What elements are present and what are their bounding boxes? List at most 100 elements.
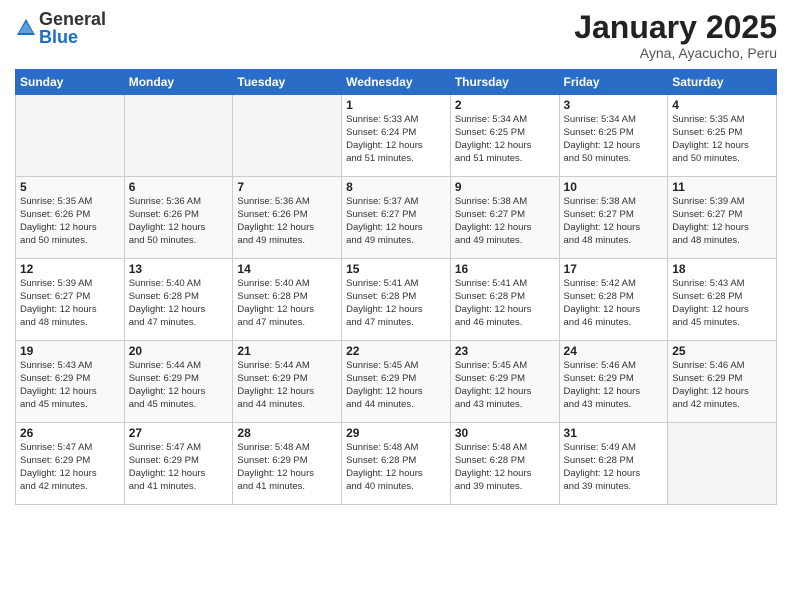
week-row-2: 12 Sunrise: 5:39 AM Sunset: 6:27 PM Dayli… — [16, 259, 777, 341]
day-cell: 9 Sunrise: 5:38 AM Sunset: 6:27 PM Daylig… — [450, 177, 559, 259]
weekday-row: SundayMondayTuesdayWednesdayThursdayFrid… — [16, 70, 777, 95]
day-cell: 7 Sunrise: 5:36 AM Sunset: 6:26 PM Daylig… — [233, 177, 342, 259]
logo: General Blue — [15, 10, 106, 46]
day-cell: 27 Sunrise: 5:47 AM Sunset: 6:29 PM Dayli… — [124, 423, 233, 505]
day-info: Sunrise: 5:48 AM Sunset: 6:28 PM Dayligh… — [346, 442, 446, 493]
day-info: Sunrise: 5:44 AM Sunset: 6:29 PM Dayligh… — [237, 360, 337, 411]
day-number: 31 — [564, 426, 664, 440]
day-number: 9 — [455, 180, 555, 194]
day-info: Sunrise: 5:42 AM Sunset: 6:28 PM Dayligh… — [564, 278, 664, 329]
location: Ayna, Ayacucho, Peru — [574, 45, 777, 61]
day-info: Sunrise: 5:49 AM Sunset: 6:28 PM Dayligh… — [564, 442, 664, 493]
day-cell: 28Sunrise: 5:48 AM Sunset: 6:29 PM Dayli… — [233, 423, 342, 505]
weekday-header-sunday: Sunday — [16, 70, 125, 95]
day-number: 8 — [346, 180, 446, 194]
day-number: 16 — [455, 262, 555, 276]
day-cell: 31 Sunrise: 5:49 AM Sunset: 6:28 PM Dayli… — [559, 423, 668, 505]
day-cell: 18Sunrise: 5:43 AM Sunset: 6:28 PM Dayli… — [668, 259, 777, 341]
day-number: 2 — [455, 98, 555, 112]
logo-general: General — [39, 10, 106, 28]
day-cell: 17 Sunrise: 5:42 AM Sunset: 6:28 PM Dayli… — [559, 259, 668, 341]
day-number: 3 — [564, 98, 664, 112]
day-cell: 19Sunrise: 5:43 AM Sunset: 6:29 PM Dayli… — [16, 341, 125, 423]
day-cell — [124, 95, 233, 177]
day-info: Sunrise: 5:39 AM Sunset: 6:27 PM Dayligh… — [672, 196, 772, 247]
day-cell: 21 Sunrise: 5:44 AM Sunset: 6:29 PM Dayli… — [233, 341, 342, 423]
day-number: 6 — [129, 180, 229, 194]
day-cell: 14Sunrise: 5:40 AM Sunset: 6:28 PM Dayli… — [233, 259, 342, 341]
day-cell: 13 Sunrise: 5:40 AM Sunset: 6:28 PM Dayli… — [124, 259, 233, 341]
title-block: January 2025 Ayna, Ayacucho, Peru — [574, 10, 777, 61]
day-info: Sunrise: 5:33 AM Sunset: 6:24 PM Dayligh… — [346, 114, 446, 165]
day-cell — [16, 95, 125, 177]
day-number: 21 — [237, 344, 337, 358]
day-cell: 10Sunrise: 5:38 AM Sunset: 6:27 PM Dayli… — [559, 177, 668, 259]
day-number: 17 — [564, 262, 664, 276]
day-info: Sunrise: 5:36 AM Sunset: 6:26 PM Dayligh… — [237, 196, 337, 247]
day-info: Sunrise: 5:38 AM Sunset: 6:27 PM Dayligh… — [455, 196, 555, 247]
day-cell: 5Sunrise: 5:35 AM Sunset: 6:26 PM Daylig… — [16, 177, 125, 259]
weekday-header-saturday: Saturday — [668, 70, 777, 95]
day-info: Sunrise: 5:35 AM Sunset: 6:25 PM Dayligh… — [672, 114, 772, 165]
day-info: Sunrise: 5:38 AM Sunset: 6:27 PM Dayligh… — [564, 196, 664, 247]
day-info: Sunrise: 5:35 AM Sunset: 6:26 PM Dayligh… — [20, 196, 120, 247]
day-cell: 22Sunrise: 5:45 AM Sunset: 6:29 PM Dayli… — [342, 341, 451, 423]
month-title: January 2025 — [574, 10, 777, 45]
day-cell: 29 Sunrise: 5:48 AM Sunset: 6:28 PM Dayli… — [342, 423, 451, 505]
day-cell: 6 Sunrise: 5:36 AM Sunset: 6:26 PM Daylig… — [124, 177, 233, 259]
day-number: 20 — [129, 344, 229, 358]
weekday-header-wednesday: Wednesday — [342, 70, 451, 95]
weekday-header-monday: Monday — [124, 70, 233, 95]
day-number: 1 — [346, 98, 446, 112]
day-number: 12 — [20, 262, 120, 276]
weekday-header-thursday: Thursday — [450, 70, 559, 95]
day-number: 7 — [237, 180, 337, 194]
day-info: Sunrise: 5:46 AM Sunset: 6:29 PM Dayligh… — [564, 360, 664, 411]
day-info: Sunrise: 5:43 AM Sunset: 6:28 PM Dayligh… — [672, 278, 772, 329]
day-info: Sunrise: 5:40 AM Sunset: 6:28 PM Dayligh… — [129, 278, 229, 329]
logo-blue: Blue — [39, 28, 106, 46]
day-cell: 16 Sunrise: 5:41 AM Sunset: 6:28 PM Dayli… — [450, 259, 559, 341]
day-cell: 12 Sunrise: 5:39 AM Sunset: 6:27 PM Dayli… — [16, 259, 125, 341]
day-number: 15 — [346, 262, 446, 276]
header: General Blue January 2025 Ayna, Ayacucho… — [15, 10, 777, 61]
day-number: 13 — [129, 262, 229, 276]
day-cell: 20 Sunrise: 5:44 AM Sunset: 6:29 PM Dayli… — [124, 341, 233, 423]
day-cell: 26Sunrise: 5:47 AM Sunset: 6:29 PM Dayli… — [16, 423, 125, 505]
day-info: Sunrise: 5:43 AM Sunset: 6:29 PM Dayligh… — [20, 360, 120, 411]
logo-icon — [15, 17, 37, 39]
day-cell: 30Sunrise: 5:48 AM Sunset: 6:28 PM Dayli… — [450, 423, 559, 505]
weekday-header-tuesday: Tuesday — [233, 70, 342, 95]
day-cell: 2Sunrise: 5:34 AM Sunset: 6:25 PM Daylig… — [450, 95, 559, 177]
day-cell: 24 Sunrise: 5:46 AM Sunset: 6:29 PM Dayli… — [559, 341, 668, 423]
day-info: Sunrise: 5:45 AM Sunset: 6:29 PM Dayligh… — [346, 360, 446, 411]
day-info: Sunrise: 5:36 AM Sunset: 6:26 PM Dayligh… — [129, 196, 229, 247]
calendar: SundayMondayTuesdayWednesdayThursdayFrid… — [15, 69, 777, 505]
day-cell: 3Sunrise: 5:34 AM Sunset: 6:25 PM Daylig… — [559, 95, 668, 177]
day-cell: 1 Sunrise: 5:33 AM Sunset: 6:24 PM Daylig… — [342, 95, 451, 177]
day-info: Sunrise: 5:44 AM Sunset: 6:29 PM Dayligh… — [129, 360, 229, 411]
day-number: 25 — [672, 344, 772, 358]
day-number: 24 — [564, 344, 664, 358]
week-row-1: 5Sunrise: 5:35 AM Sunset: 6:26 PM Daylig… — [16, 177, 777, 259]
weekday-header-friday: Friday — [559, 70, 668, 95]
day-info: Sunrise: 5:39 AM Sunset: 6:27 PM Dayligh… — [20, 278, 120, 329]
day-cell: 25 Sunrise: 5:46 AM Sunset: 6:29 PM Dayli… — [668, 341, 777, 423]
day-cell: 15 Sunrise: 5:41 AM Sunset: 6:28 PM Dayli… — [342, 259, 451, 341]
day-number: 26 — [20, 426, 120, 440]
day-number: 4 — [672, 98, 772, 112]
day-number: 28 — [237, 426, 337, 440]
day-info: Sunrise: 5:41 AM Sunset: 6:28 PM Dayligh… — [346, 278, 446, 329]
logo-text: General Blue — [39, 10, 106, 46]
day-number: 27 — [129, 426, 229, 440]
day-cell: 8Sunrise: 5:37 AM Sunset: 6:27 PM Daylig… — [342, 177, 451, 259]
week-row-3: 19Sunrise: 5:43 AM Sunset: 6:29 PM Dayli… — [16, 341, 777, 423]
day-number: 11 — [672, 180, 772, 194]
day-number: 29 — [346, 426, 446, 440]
day-info: Sunrise: 5:47 AM Sunset: 6:29 PM Dayligh… — [129, 442, 229, 493]
day-info: Sunrise: 5:41 AM Sunset: 6:28 PM Dayligh… — [455, 278, 555, 329]
day-number: 23 — [455, 344, 555, 358]
day-cell: 23Sunrise: 5:45 AM Sunset: 6:29 PM Dayli… — [450, 341, 559, 423]
day-info: Sunrise: 5:48 AM Sunset: 6:28 PM Dayligh… — [455, 442, 555, 493]
day-info: Sunrise: 5:46 AM Sunset: 6:29 PM Dayligh… — [672, 360, 772, 411]
